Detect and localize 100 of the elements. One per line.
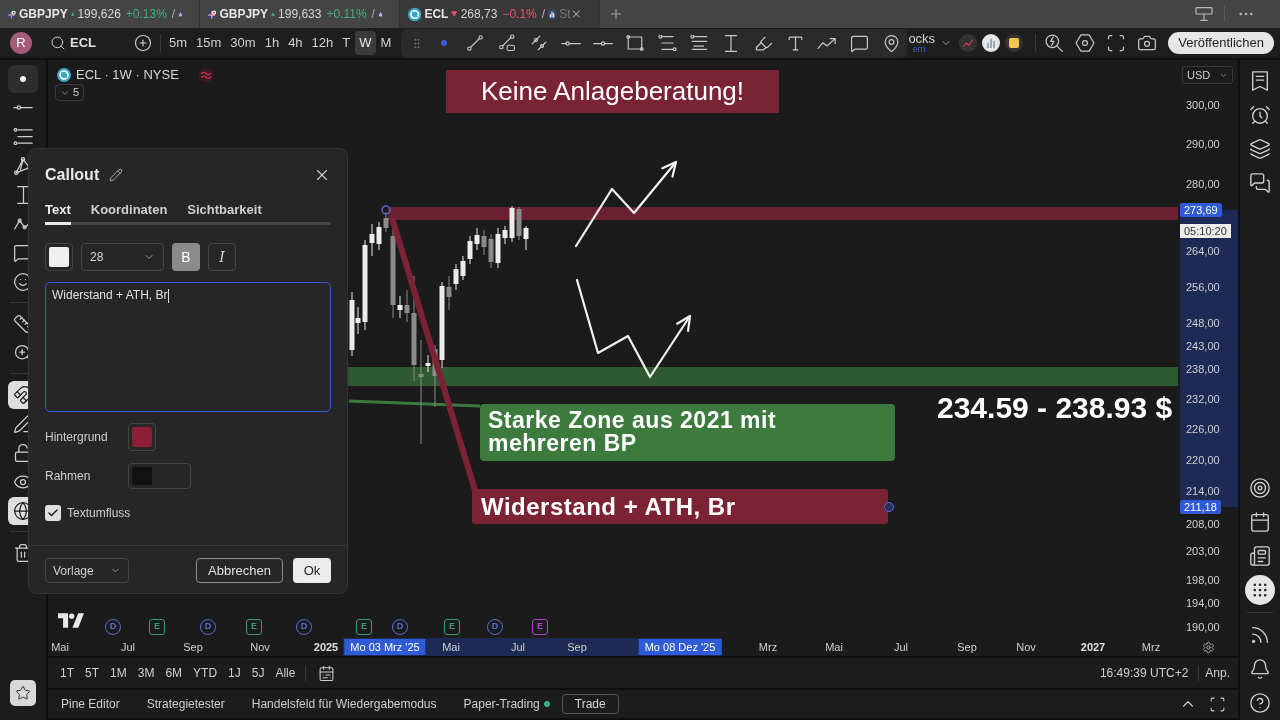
auto-scale-button[interactable]: Anp. [1205,664,1230,682]
list-icon[interactable] [1249,70,1271,92]
layers-icon[interactable] [1249,138,1271,160]
bell-icon[interactable] [1249,658,1271,680]
symbol-search-button[interactable]: ECL [50,33,96,53]
template-select[interactable]: Vorlage [45,558,129,583]
newspaper-icon[interactable] [1249,545,1271,567]
cancel-button[interactable]: Abbrechen [196,558,283,583]
dialog-tab[interactable]: Text [45,201,71,225]
earnings-marker[interactable]: E [149,619,165,635]
currency-select[interactable]: USD [1182,66,1233,84]
calendar-icon[interactable] [318,664,336,682]
horizontal-line-icon[interactable] [561,39,582,47]
range-button[interactable]: Alle [275,664,296,682]
panel-tab[interactable]: Paper-Trading [463,695,540,713]
interval-button[interactable]: 5m [165,31,192,55]
interval-button[interactable]: 12h [307,31,338,55]
target-icon[interactable] [1249,477,1271,499]
earnings-marker[interactable]: E [444,619,460,635]
handle-icon[interactable] [884,502,894,512]
trade-button[interactable]: Trade [561,694,619,714]
wave-icon[interactable] [197,67,214,82]
ok-button[interactable]: Ok [293,558,331,583]
horizontal-line-icon[interactable] [593,39,614,47]
time-label: Mrz [1141,640,1161,654]
dialog-tab[interactable]: Sichtbarkeit [187,201,262,225]
price-label: 243,00 [1186,339,1220,353]
trend-line-icon[interactable] [466,34,485,52]
panel-tab[interactable]: Pine Editor [61,695,120,713]
line-tool-icon[interactable] [13,104,33,111]
range-button[interactable]: 6M [165,664,183,682]
line-tool-icon[interactable] [498,34,517,52]
split-view-icon[interactable] [1194,6,1214,22]
price-label: 194,00 [1186,596,1220,610]
add-icon[interactable] [134,34,152,52]
text-input[interactable]: Widerstand + ATH, Br [45,282,331,412]
panel-tab[interactable]: Strategietester [146,695,225,713]
indicators-toggle-button[interactable]: 5 [55,84,85,101]
earnings-marker[interactable]: E [246,619,262,635]
calendar-icon[interactable] [1249,511,1271,533]
measure-icon[interactable] [723,33,740,53]
callout-label[interactable]: Starke Zone aus 2021 mit mehreren BP [480,404,895,461]
checkbox[interactable] [45,505,61,521]
chart-logo [58,613,84,628]
dialog-title: Callout [45,165,100,185]
chat-icon[interactable] [1249,172,1271,194]
search-bolt-icon[interactable] [1044,33,1065,53]
earnings-marker[interactable]: E [356,619,372,635]
search-icon[interactable] [50,35,66,51]
time-label: Mai [51,640,69,654]
range-button[interactable]: 3M [137,664,155,682]
settings-icon[interactable] [1075,34,1096,52]
range-button[interactable]: 1J [228,664,241,682]
date-badge: Mo 03 Mrz '25 [344,639,426,655]
interval-button[interactable]: T [338,31,355,55]
italic-button[interactable]: I [208,243,236,271]
lines-icon[interactable] [657,35,677,51]
lines-icon[interactable] [13,128,33,145]
interval-button[interactable]: 30m [226,31,260,55]
dot-icon[interactable] [441,40,448,46]
panel-tab[interactable]: Handelsfeld für Wiedergabemodus [251,695,437,713]
range-button[interactable]: 5J [251,664,265,682]
alarm-clock-icon[interactable] [1249,104,1271,126]
grid-icon[interactable] [1245,575,1275,605]
range-button[interactable]: 5T [85,664,100,682]
camera-icon[interactable] [1137,33,1158,53]
dialog-tab[interactable]: Koordinaten [90,201,168,225]
interval-button[interactable]: M [376,31,396,55]
settings-icon[interactable] [1201,640,1215,654]
fullscreen-icon[interactable] [1106,33,1127,53]
price-label: 203,00 [1186,544,1220,558]
path-arrow-icon[interactable] [817,36,838,50]
interval-button[interactable]: 4h [284,31,307,55]
interval-button[interactable]: W [355,31,376,55]
font-size-select[interactable]: 28 [81,243,164,271]
avatar[interactable]: R [10,32,32,54]
square-icon[interactable] [1005,34,1024,52]
clock-text[interactable]: 16:49:39 UTC+2 [1099,664,1189,682]
lines-icon[interactable] [689,35,709,51]
range-button[interactable]: 1M [110,664,127,682]
range-button[interactable]: 1T [60,664,74,682]
bar-chart-icon[interactable] [982,34,1001,52]
browser-tab[interactable]: ECL 268,73 −0.1% / St [400,0,600,28]
interval-button[interactable]: 1h [260,31,284,55]
grip-icon[interactable] [414,37,421,49]
callout-label[interactable]: Widerstand + ATH, Br [472,489,888,524]
price-label: 280,00 [1186,177,1220,191]
range-button[interactable]: YTD [193,664,218,682]
help-icon[interactable] [1249,692,1271,714]
pencil-icon[interactable] [109,168,124,182]
interval-button[interactable]: 15m [192,31,226,55]
rectangle-icon[interactable] [626,34,645,52]
border-color-button[interactable] [128,463,191,489]
speech-bubble-icon[interactable] [849,33,869,53]
publish-button[interactable]: Veröffentlichen [1168,32,1275,54]
earnings-marker[interactable]: E [532,619,548,635]
broadcast-icon[interactable] [1249,624,1271,646]
maximize-icon[interactable] [1209,695,1226,713]
channel-icon[interactable] [530,34,549,52]
close-icon[interactable] [570,7,583,21]
